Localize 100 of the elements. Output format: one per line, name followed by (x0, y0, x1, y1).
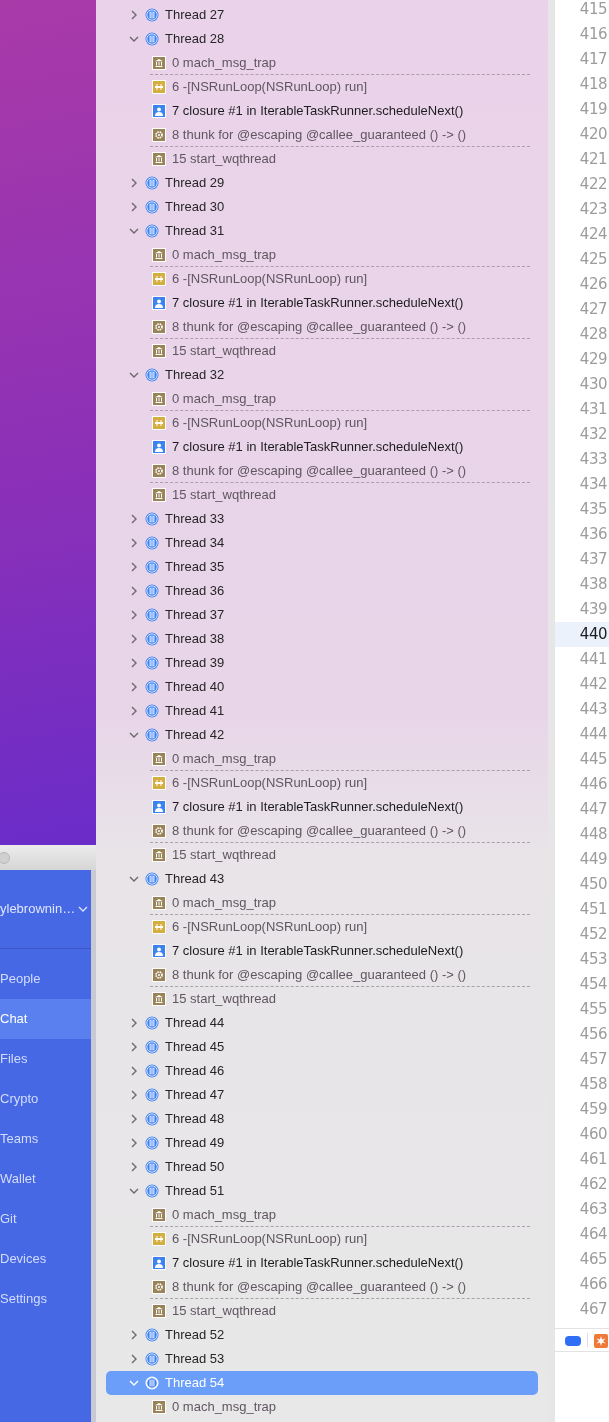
frame-label: 0 mach_msg_trap (172, 246, 277, 265)
puzzle-icon (152, 416, 166, 430)
building-icon (152, 992, 166, 1006)
stack-frame-row[interactable]: 0 mach_msg_trap (96, 387, 548, 411)
thread-row[interactable]: Thread 39 (106, 651, 538, 675)
sidebar-item[interactable]: Settings (0, 1279, 91, 1319)
thread-icon (145, 1328, 159, 1342)
stack-frame-row[interactable]: 8 thunk for @escaping @callee_guaranteed () -> () (96, 459, 548, 483)
thread-row[interactable]: Thread 42 (106, 723, 538, 747)
puzzle-icon (152, 920, 166, 934)
thread-row[interactable]: Thread 48 (106, 1107, 538, 1131)
sidebar-item[interactable]: Devices (0, 1239, 91, 1279)
line-number: 459 (578, 1099, 608, 1120)
thread-icon (145, 512, 159, 526)
thread-name: Thread 38 (165, 630, 225, 649)
stack-frame-row[interactable]: 7 closure #1 in IterableTaskRunner.scheduleNext() (96, 1251, 548, 1275)
stack-frame-row[interactable]: 6 -[NSRunLoop(NSRunLoop) run] (96, 411, 548, 435)
frame-label: 0 mach_msg_trap (172, 750, 277, 769)
thread-icon (145, 680, 159, 694)
line-number: 430 (578, 374, 608, 395)
gear-icon (152, 824, 166, 838)
thread-row[interactable]: Thread 31 (106, 219, 538, 243)
stack-frame-row[interactable]: 8 thunk for @escaping @callee_guaranteed () -> () (96, 819, 548, 843)
thread-row[interactable]: Thread 38 (106, 627, 538, 651)
thread-name: Thread 37 (165, 606, 225, 625)
thread-row[interactable]: Thread 34 (106, 531, 538, 555)
line-number: 435 (578, 499, 608, 520)
stack-frame-row[interactable]: 6 -[NSRunLoop(NSRunLoop) run] (96, 771, 548, 795)
thread-row[interactable]: Thread 41 (106, 699, 538, 723)
sidebar-item[interactable]: Crypto (0, 1079, 91, 1119)
thread-row[interactable]: Thread 27 (106, 3, 538, 27)
thread-row[interactable]: Thread 49 (106, 1131, 538, 1155)
thread-name: Thread 54 (165, 1374, 225, 1393)
stack-frame-row[interactable]: 0 mach_msg_trap (96, 1395, 548, 1419)
thread-row[interactable]: Thread 33 (106, 507, 538, 531)
thread-row[interactable]: Thread 46 (106, 1059, 538, 1083)
stack-frame-row[interactable]: 7 closure #1 in IterableTaskRunner.scheduleNext() (96, 99, 548, 123)
sidebar-item[interactable]: Wallet (0, 1159, 91, 1199)
stack-frame-row[interactable]: 8 thunk for @escaping @callee_guaranteed () -> () (96, 963, 548, 987)
stack-frame-row[interactable]: 6 -[NSRunLoop(NSRunLoop) run] (96, 915, 548, 939)
sidebar-item[interactable]: Git (0, 1199, 91, 1239)
thread-row[interactable]: Thread 29 (106, 171, 538, 195)
stack-frame-row[interactable]: 0 mach_msg_trap (96, 1203, 548, 1227)
thread-row[interactable]: Thread 44 (106, 1011, 538, 1035)
stack-frame-row[interactable]: 8 thunk for @escaping @callee_guaranteed () -> () (96, 123, 548, 147)
line-number: 439 (578, 599, 608, 620)
line-number: 438 (578, 574, 608, 595)
thread-row[interactable]: Thread 30 (106, 195, 538, 219)
stack-frame-row[interactable]: 6 -[NSRunLoop(NSRunLoop) run] (96, 75, 548, 99)
thread-row[interactable]: Thread 37 (106, 603, 538, 627)
frame-label: 8 thunk for @escaping @callee_guaranteed () -> () (172, 318, 467, 337)
stack-frame-row[interactable]: 0 mach_msg_trap (96, 891, 548, 915)
stack-frame-row[interactable]: 15 start_wqthread (96, 339, 548, 363)
thread-name: Thread 48 (165, 1110, 225, 1129)
stack-frame-row[interactable]: 8 thunk for @escaping @callee_guaranteed () -> () (96, 1275, 548, 1299)
puzzle-icon (152, 272, 166, 286)
account-switcher[interactable]: ylebrownin… (0, 870, 91, 949)
thread-row[interactable]: Thread 32 (106, 363, 538, 387)
thread-row[interactable]: Thread 28 (106, 27, 538, 51)
stack-frame-row[interactable]: 6 -[NSRunLoop(NSRunLoop) run] (96, 267, 548, 291)
stack-frame-row[interactable]: 0 mach_msg_trap (96, 243, 548, 267)
thread-row[interactable]: Thread 53 (106, 1347, 538, 1371)
stack-frame-row[interactable]: 15 start_wqthread (96, 843, 548, 867)
stack-frame-row[interactable]: 15 start_wqthread (96, 483, 548, 507)
sidebar-item[interactable]: Files (0, 1039, 91, 1079)
frame-label: 7 closure #1 in IterableTaskRunner.scheduleNext() (172, 102, 464, 121)
stack-frame-row[interactable]: 15 start_wqthread (96, 987, 548, 1011)
thread-row[interactable]: Thread 35 (106, 555, 538, 579)
line-number: 447 (578, 799, 608, 820)
sidebar-item[interactable]: People (0, 959, 91, 999)
thread-row[interactable]: Thread 43 (106, 867, 538, 891)
thread-icon (145, 1160, 159, 1174)
stack-frame-row[interactable]: 15 start_wqthread (96, 1299, 548, 1323)
stack-frame-row[interactable]: 6 -[NSRunLoop(NSRunLoop) run] (96, 1227, 548, 1251)
line-number: 454 (578, 974, 608, 995)
stack-frame-row[interactable]: 0 mach_msg_trap (96, 747, 548, 771)
thread-icon (145, 536, 159, 550)
stack-frame-row[interactable]: 7 closure #1 in IterableTaskRunner.scheduleNext() (96, 795, 548, 819)
stack-frame-row[interactable]: 15 start_wqthread (96, 147, 548, 171)
thread-icon (145, 1040, 159, 1054)
thread-icon (145, 872, 159, 886)
frame-label: 6 -[NSRunLoop(NSRunLoop) run] (172, 1230, 368, 1249)
sidebar-item[interactable]: Teams (0, 1119, 91, 1159)
thread-row[interactable]: Thread 45 (106, 1035, 538, 1059)
thread-row[interactable]: Thread 51 (106, 1179, 538, 1203)
thread-row[interactable]: Thread 40 (106, 675, 538, 699)
stack-frame-row[interactable]: 7 closure #1 in IterableTaskRunner.scheduleNext() (96, 435, 548, 459)
thread-name: Thread 34 (165, 534, 225, 553)
thread-row[interactable]: Thread 47 (106, 1083, 538, 1107)
stack-frame-row[interactable]: 7 closure #1 in IterableTaskRunner.scheduleNext() (96, 291, 548, 315)
thread-row[interactable]: Thread 36 (106, 579, 538, 603)
stack-frame-row[interactable]: 7 closure #1 in IterableTaskRunner.scheduleNext() (96, 939, 548, 963)
thread-row[interactable]: Thread 52 (106, 1323, 538, 1347)
frame-label: 7 closure #1 in IterableTaskRunner.scheduleNext() (172, 438, 464, 457)
stack-frame-row[interactable]: 0 mach_msg_trap (96, 51, 548, 75)
thread-row[interactable]: Thread 50 (106, 1155, 538, 1179)
stack-frame-row[interactable]: 8 thunk for @escaping @callee_guaranteed () -> () (96, 315, 548, 339)
sidebar-item[interactable]: Chat (0, 999, 91, 1039)
person-icon (152, 944, 166, 958)
building-icon (152, 896, 166, 910)
